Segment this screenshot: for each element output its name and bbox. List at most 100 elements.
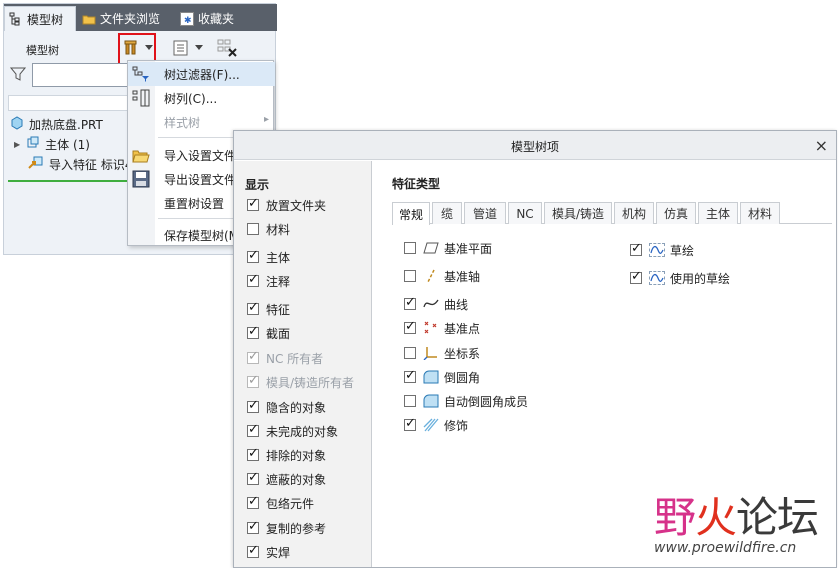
tab-material[interactable]: 材料 [740, 202, 780, 224]
list-icon[interactable] [170, 35, 192, 61]
expand-arrow-icon[interactable]: ▶ [14, 140, 20, 149]
checkbox[interactable] [247, 248, 259, 263]
watermark-char: 火 [695, 493, 737, 542]
display-section-title: 显示 [245, 178, 270, 192]
display-option-excluded[interactable]: 排除的对象 [247, 446, 326, 464]
feature-type-tabs: 常规 缆 管道 NC 模具/铸造 机构 仿真 主体 材料 [392, 202, 832, 225]
menu-item-label: 导入设置文件 [164, 149, 237, 163]
checkbox[interactable] [247, 519, 259, 534]
display-option-section[interactable]: 截面 [247, 324, 290, 342]
option-label: 遮蔽的对象 [266, 472, 327, 487]
watermark-char: 论坛 [736, 493, 819, 542]
feature-cosmetic[interactable]: 修饰 [404, 416, 468, 434]
feature-sketch[interactable]: 草绘 [630, 241, 694, 259]
checkbox[interactable] [404, 368, 416, 383]
tab-label: 文件夹浏览 [100, 12, 160, 26]
display-option-copied-refs[interactable]: 复制的参考 [247, 519, 326, 537]
feature-datum-point[interactable]: 基准点 [404, 319, 480, 337]
feature-used-sketch[interactable]: 使用的草绘 [630, 269, 730, 287]
option-label: 基准点 [444, 321, 481, 336]
option-label: 模具/铸造所有者 [266, 375, 355, 390]
checkbox[interactable] [630, 269, 642, 284]
checkbox[interactable] [247, 300, 259, 315]
dialog-titlebar: 模型树项 × [234, 131, 836, 160]
display-option-feature[interactable]: 特征 [247, 300, 290, 318]
tree-item-import-feature[interactable]: 导入特征 标识4 [28, 155, 132, 173]
option-label: 排除的对象 [266, 448, 327, 463]
checkbox[interactable] [404, 347, 416, 359]
svg-text:✱: ✱ [184, 16, 192, 25]
forum-watermark: 野火论坛 www.proewildfire.cn [650, 484, 835, 564]
display-pane: 显示 放置文件夹 材料 主体 注释 特征 [234, 161, 372, 567]
checkbox[interactable] [404, 395, 416, 407]
display-option-envelope[interactable]: 包络元件 [247, 494, 314, 512]
option-label: 修饰 [444, 418, 469, 433]
feature-round[interactable]: 倒圆角 [404, 368, 480, 386]
display-option-material[interactable]: 材料 [247, 220, 290, 238]
tab-label: NC [516, 206, 534, 221]
checkbox[interactable] [404, 270, 416, 282]
menu-item-label: 导出设置文件 [164, 173, 237, 187]
screenshot-root: 模型树 文件夹浏览 ✱ 收藏夹 模型树 加热底盘.PRT ▶ 主体 (1) 导入… [0, 0, 839, 568]
tab-body[interactable]: 主体 [698, 202, 738, 224]
tree-item-label: 导入特征 标识4 [49, 157, 133, 172]
menu-item-tree-filter[interactable]: 树过滤器(F)... [128, 62, 275, 86]
display-option-suppressed[interactable]: 隐含的对象 [247, 398, 326, 416]
close-icon[interactable]: × [815, 136, 828, 155]
checkbox[interactable] [247, 470, 259, 485]
checkbox[interactable] [247, 196, 259, 211]
cosmetic-icon [423, 418, 439, 432]
tree-item-body[interactable]: ▶ 主体 (1) [10, 135, 90, 153]
tab-nc[interactable]: NC [508, 202, 542, 224]
display-option-placement-folder[interactable]: 放置文件夹 [247, 196, 326, 214]
tab-mold-casting[interactable]: 模具/铸造 [544, 202, 612, 224]
checkbox[interactable] [404, 319, 416, 334]
tab-general[interactable]: 常规 [392, 202, 430, 225]
checkbox[interactable] [247, 272, 259, 287]
filter-input[interactable] [32, 63, 142, 87]
display-option-incomplete[interactable]: 未完成的对象 [247, 422, 338, 440]
tree-item-label: 主体 (1) [45, 137, 90, 152]
tab-favorites[interactable]: ✱ 收藏夹 [176, 6, 248, 31]
open-folder-icon [132, 146, 150, 164]
menu-item-tree-columns[interactable]: 树列(C)... [128, 86, 275, 110]
tab-piping[interactable]: 管道 [464, 202, 506, 224]
feature-curve[interactable]: 曲线 [404, 295, 468, 313]
tab-simulation[interactable]: 仿真 [656, 202, 696, 224]
datum-point-icon [423, 321, 439, 335]
checkbox[interactable] [247, 324, 259, 339]
option-label: NC 所有者 [266, 351, 324, 366]
checkbox[interactable] [630, 241, 642, 256]
option-label: 基准轴 [444, 269, 481, 284]
tree-filter-icon [132, 65, 150, 83]
tree-item-root-part[interactable]: 加热底盘.PRT [10, 115, 103, 133]
checkbox[interactable] [404, 242, 416, 254]
checkbox[interactable] [247, 494, 259, 509]
checkbox[interactable] [247, 223, 259, 235]
checkbox[interactable] [247, 398, 259, 413]
chevron-down-icon[interactable] [194, 35, 204, 61]
tab-cable[interactable]: 缆 [432, 202, 462, 224]
feature-auto-round[interactable]: 自动倒圆角成员 [404, 392, 528, 410]
favorites-icon: ✱ [180, 11, 194, 26]
display-option-occluded[interactable]: 遮蔽的对象 [247, 470, 326, 488]
display-option-annotation[interactable]: 注释 [247, 272, 290, 290]
checkbox[interactable] [247, 543, 259, 558]
checkbox [247, 349, 259, 364]
tab-mechanism[interactable]: 机构 [614, 202, 654, 224]
display-option-weld[interactable]: 实焊 [247, 543, 290, 561]
tab-folder-browser[interactable]: 文件夹浏览 [78, 6, 168, 31]
feature-datum-plane[interactable]: 基准平面 [404, 239, 492, 257]
checkbox[interactable] [247, 446, 259, 461]
menu-item-label: 样式树 [164, 116, 201, 130]
checkbox[interactable] [404, 416, 416, 431]
tab-model-tree[interactable]: 模型树 [4, 6, 76, 31]
checkbox[interactable] [404, 295, 416, 310]
checkbox[interactable] [247, 422, 259, 437]
display-option-body[interactable]: 主体 [247, 248, 290, 266]
tree-columns-icon [132, 89, 150, 107]
filter-grid-icon[interactable] [214, 35, 240, 61]
feature-coordinate-system[interactable]: 坐标系 [404, 344, 480, 362]
feature-datum-axis[interactable]: 基准轴 [404, 267, 480, 285]
tree-label: 模型树 [26, 44, 59, 57]
